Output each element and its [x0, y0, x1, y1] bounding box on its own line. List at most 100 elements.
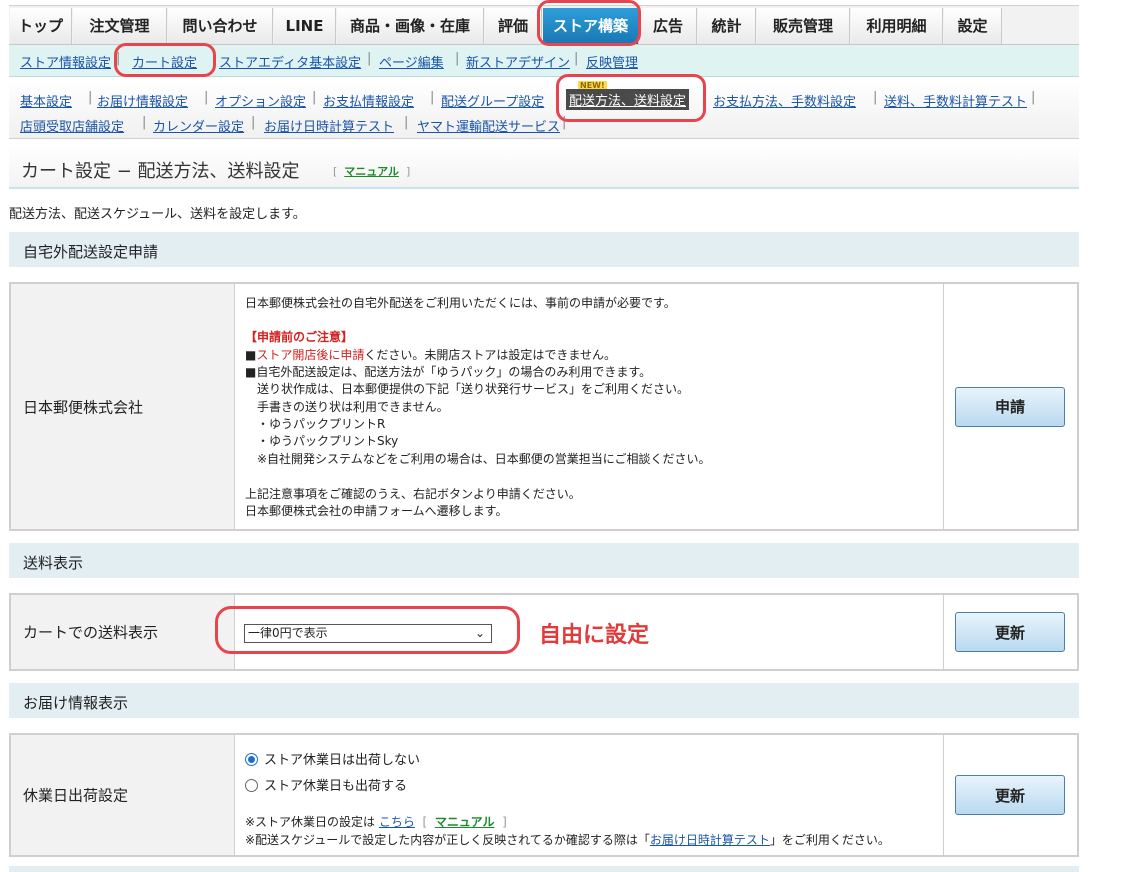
- separator: |: [562, 115, 567, 130]
- separator: |: [88, 90, 93, 105]
- select-value: 一律0円で表示: [248, 626, 328, 640]
- note-line: ※自社開発システムなどをご利用の場合は、日本郵便の営業担当にご相談ください。: [257, 452, 711, 466]
- radio-ship[interactable]: ストア休業日も出荷する: [245, 775, 407, 794]
- note-line: 日本郵便株式会社の自宅外配送をご利用いただくには、事前の申請が必要です。: [245, 296, 676, 310]
- radio-selected-icon: [245, 753, 258, 766]
- main-nav: トップ 注文管理 問い合わせ LINE 商品・画像・在庫 評価 ストア構築 広告…: [9, 5, 1079, 45]
- section-heading-text: 送料表示: [23, 554, 84, 572]
- field-label: 休業日出荷設定: [23, 786, 129, 805]
- button-cell: 更新: [943, 595, 1077, 669]
- field-label-cell: 日本郵便株式会社: [11, 284, 235, 529]
- separator: |: [873, 90, 878, 105]
- cartnav-payment-info[interactable]: お支払情報設定: [323, 91, 414, 110]
- separator: |: [204, 90, 209, 105]
- tab-store-build[interactable]: ストア構築: [543, 8, 639, 44]
- tab-sales[interactable]: 販売管理: [757, 8, 850, 44]
- note-line: ※ストア休業日の設定は こちら [ マニュアル ]: [245, 815, 507, 829]
- cart-subnav: 基本設定 | お届け情報設定 | オプション設定 | お支払情報設定 | 配送グ…: [9, 79, 1079, 139]
- sub-nav: ストア情報設定 | カート設定 ストアエディタ基本設定 | ページ編集 | 新ス…: [9, 45, 1079, 77]
- notice-title: 【申請前のご注意】: [245, 330, 354, 344]
- shipping-display-select[interactable]: 一律0円で表示 ⌄: [244, 624, 492, 643]
- field-label-cell: 休業日出荷設定: [11, 735, 235, 855]
- subnav-cart-settings[interactable]: カート設定: [132, 52, 197, 71]
- delivery-date-test-link[interactable]: お届け日時計算テスト: [650, 833, 770, 847]
- tab-reviews[interactable]: 評価: [485, 8, 542, 44]
- apply-button[interactable]: 申請: [955, 386, 1065, 427]
- cartnav-payment-method[interactable]: お支払方法、手数料設定: [713, 91, 856, 110]
- cartnav-delivery-date-test[interactable]: お届け日時計算テスト: [264, 116, 394, 135]
- tab-products[interactable]: 商品・画像・在庫: [337, 8, 484, 44]
- page-title: カート設定 − 配送方法、送料設定: [21, 161, 300, 182]
- cartnav-basic[interactable]: 基本設定: [20, 91, 72, 110]
- page-description: 配送方法、配送スケジュール、送料を設定します。: [9, 207, 306, 222]
- field-label-cell: カートでの送料表示: [11, 595, 235, 669]
- radio-no-ship[interactable]: ストア休業日は出荷しない: [245, 749, 420, 768]
- section-heading-text: 自宅外配送設定申請: [23, 243, 159, 261]
- cartnav-calendar[interactable]: カレンダー設定: [153, 116, 244, 135]
- home-delivery-notes: 日本郵便株式会社の自宅外配送をご利用いただくには、事前の申請が必要です。 【申請…: [236, 284, 943, 529]
- separator: |: [367, 51, 372, 66]
- note-line: ■自宅外配送設定は、配送方法が「ゆうパック」の場合のみ利用できます。: [245, 365, 652, 379]
- manual-link[interactable]: マニュアル: [344, 165, 399, 178]
- note-line: 上記注意事項をご確認のうえ、右記ボタンより申請ください。: [245, 487, 581, 501]
- cartnav-store-pickup[interactable]: 店頭受取店舗設定: [20, 116, 124, 135]
- cartnav-fee-test[interactable]: 送料、手数料計算テスト: [884, 91, 1027, 110]
- separator: |: [404, 115, 409, 130]
- page-title-bar: カート設定 − 配送方法、送料設定 [ マニュアル ]: [9, 145, 1079, 189]
- cartnav-delivery-info[interactable]: お届け情報設定: [97, 91, 188, 110]
- radio-unselected-icon: [245, 779, 258, 792]
- section-heading-home-delivery: 自宅外配送設定申請: [9, 232, 1079, 268]
- button-cell: 申請: [943, 284, 1077, 529]
- annotation-text: 自由に設定: [539, 623, 650, 648]
- cartnav-delivery-group[interactable]: 配送グループ設定: [441, 91, 544, 110]
- note-line: ・ゆうパックプリントSky: [257, 434, 399, 448]
- note-line: ・ゆうパックプリントR: [257, 417, 386, 431]
- manual-link[interactable]: マニュアル: [435, 815, 495, 829]
- home-delivery-table: 日本郵便株式会社 日本郵便株式会社の自宅外配送をご利用いただくには、事前の申請が…: [9, 282, 1079, 531]
- tab-line[interactable]: LINE: [274, 8, 336, 44]
- separator: |: [430, 90, 435, 105]
- separator: |: [251, 115, 256, 130]
- subnav-store-editor[interactable]: ストアエディタ基本設定: [219, 52, 361, 71]
- manual-wrapper: [ マニュアル ]: [333, 165, 411, 178]
- tab-top[interactable]: トップ: [10, 8, 72, 44]
- note-line: ※配送スケジュールで設定した内容が正しく反映されてるか確認する際は「お届け日時計…: [245, 833, 890, 847]
- button-cell: 更新: [943, 735, 1077, 855]
- field-label: 日本郵便株式会社: [23, 398, 144, 416]
- update-button[interactable]: 更新: [955, 612, 1065, 652]
- separator: |: [142, 115, 147, 130]
- subnav-new-design[interactable]: 新ストアデザイン: [466, 52, 570, 71]
- note-line: 日本郵便株式会社の申請フォームへ遷移します。: [245, 504, 508, 518]
- chevron-down-icon: ⌄: [474, 626, 485, 640]
- subnav-publish[interactable]: 反映管理: [586, 52, 638, 71]
- tab-orders[interactable]: 注文管理: [73, 8, 167, 44]
- field-label: カートでの送料表示: [23, 623, 159, 642]
- note-line: 手書きの送り状は利用できません。: [257, 400, 449, 414]
- separator: |: [116, 51, 121, 66]
- section-heading-shipping-display: 送料表示: [9, 543, 1079, 579]
- tab-stats[interactable]: 統計: [698, 8, 756, 44]
- update-button[interactable]: 更新: [955, 775, 1065, 815]
- cartnav-options[interactable]: オプション設定: [215, 91, 306, 110]
- tab-settings[interactable]: 設定: [944, 8, 1002, 44]
- tab-billing[interactable]: 利用明細: [851, 8, 943, 44]
- separator: |: [574, 51, 579, 66]
- separator: |: [1031, 90, 1036, 105]
- section-heading-delivery-info: お届け情報表示: [9, 683, 1079, 719]
- delivery-info-table: 休業日出荷設定 ストア休業日は出荷しない ストア休業日も出荷する ※ストア休業日…: [9, 733, 1079, 857]
- tab-inquiries[interactable]: 問い合わせ: [168, 8, 273, 44]
- separator: |: [455, 51, 460, 66]
- holiday-shipping-field: ストア休業日は出荷しない ストア休業日も出荷する ※ストア休業日の設定は こちら…: [236, 735, 943, 855]
- holiday-settings-link[interactable]: こちら: [379, 815, 415, 829]
- subnav-page-edit[interactable]: ページ編集: [379, 52, 444, 71]
- section-heading-next: [9, 866, 1079, 872]
- shipping-display-field: 一律0円で表示 ⌄ 自由に設定: [236, 595, 943, 669]
- separator: |: [312, 90, 317, 105]
- tab-ads[interactable]: 広告: [640, 8, 697, 44]
- section-heading-text: お届け情報表示: [23, 694, 129, 712]
- cartnav-yamato[interactable]: ヤマト運輸配送サービス: [417, 116, 560, 135]
- note-line: ■ストア開店後に申請ください。未開店ストアは設定はできません。: [245, 348, 617, 362]
- subnav-store-info[interactable]: ストア情報設定: [20, 52, 111, 71]
- cartnav-shipping-method[interactable]: 配送方法、送料設定: [566, 89, 690, 110]
- note-line: 送り状作成は、日本郵便提供の下記「送り状発行サービス」をご利用ください。: [257, 382, 690, 396]
